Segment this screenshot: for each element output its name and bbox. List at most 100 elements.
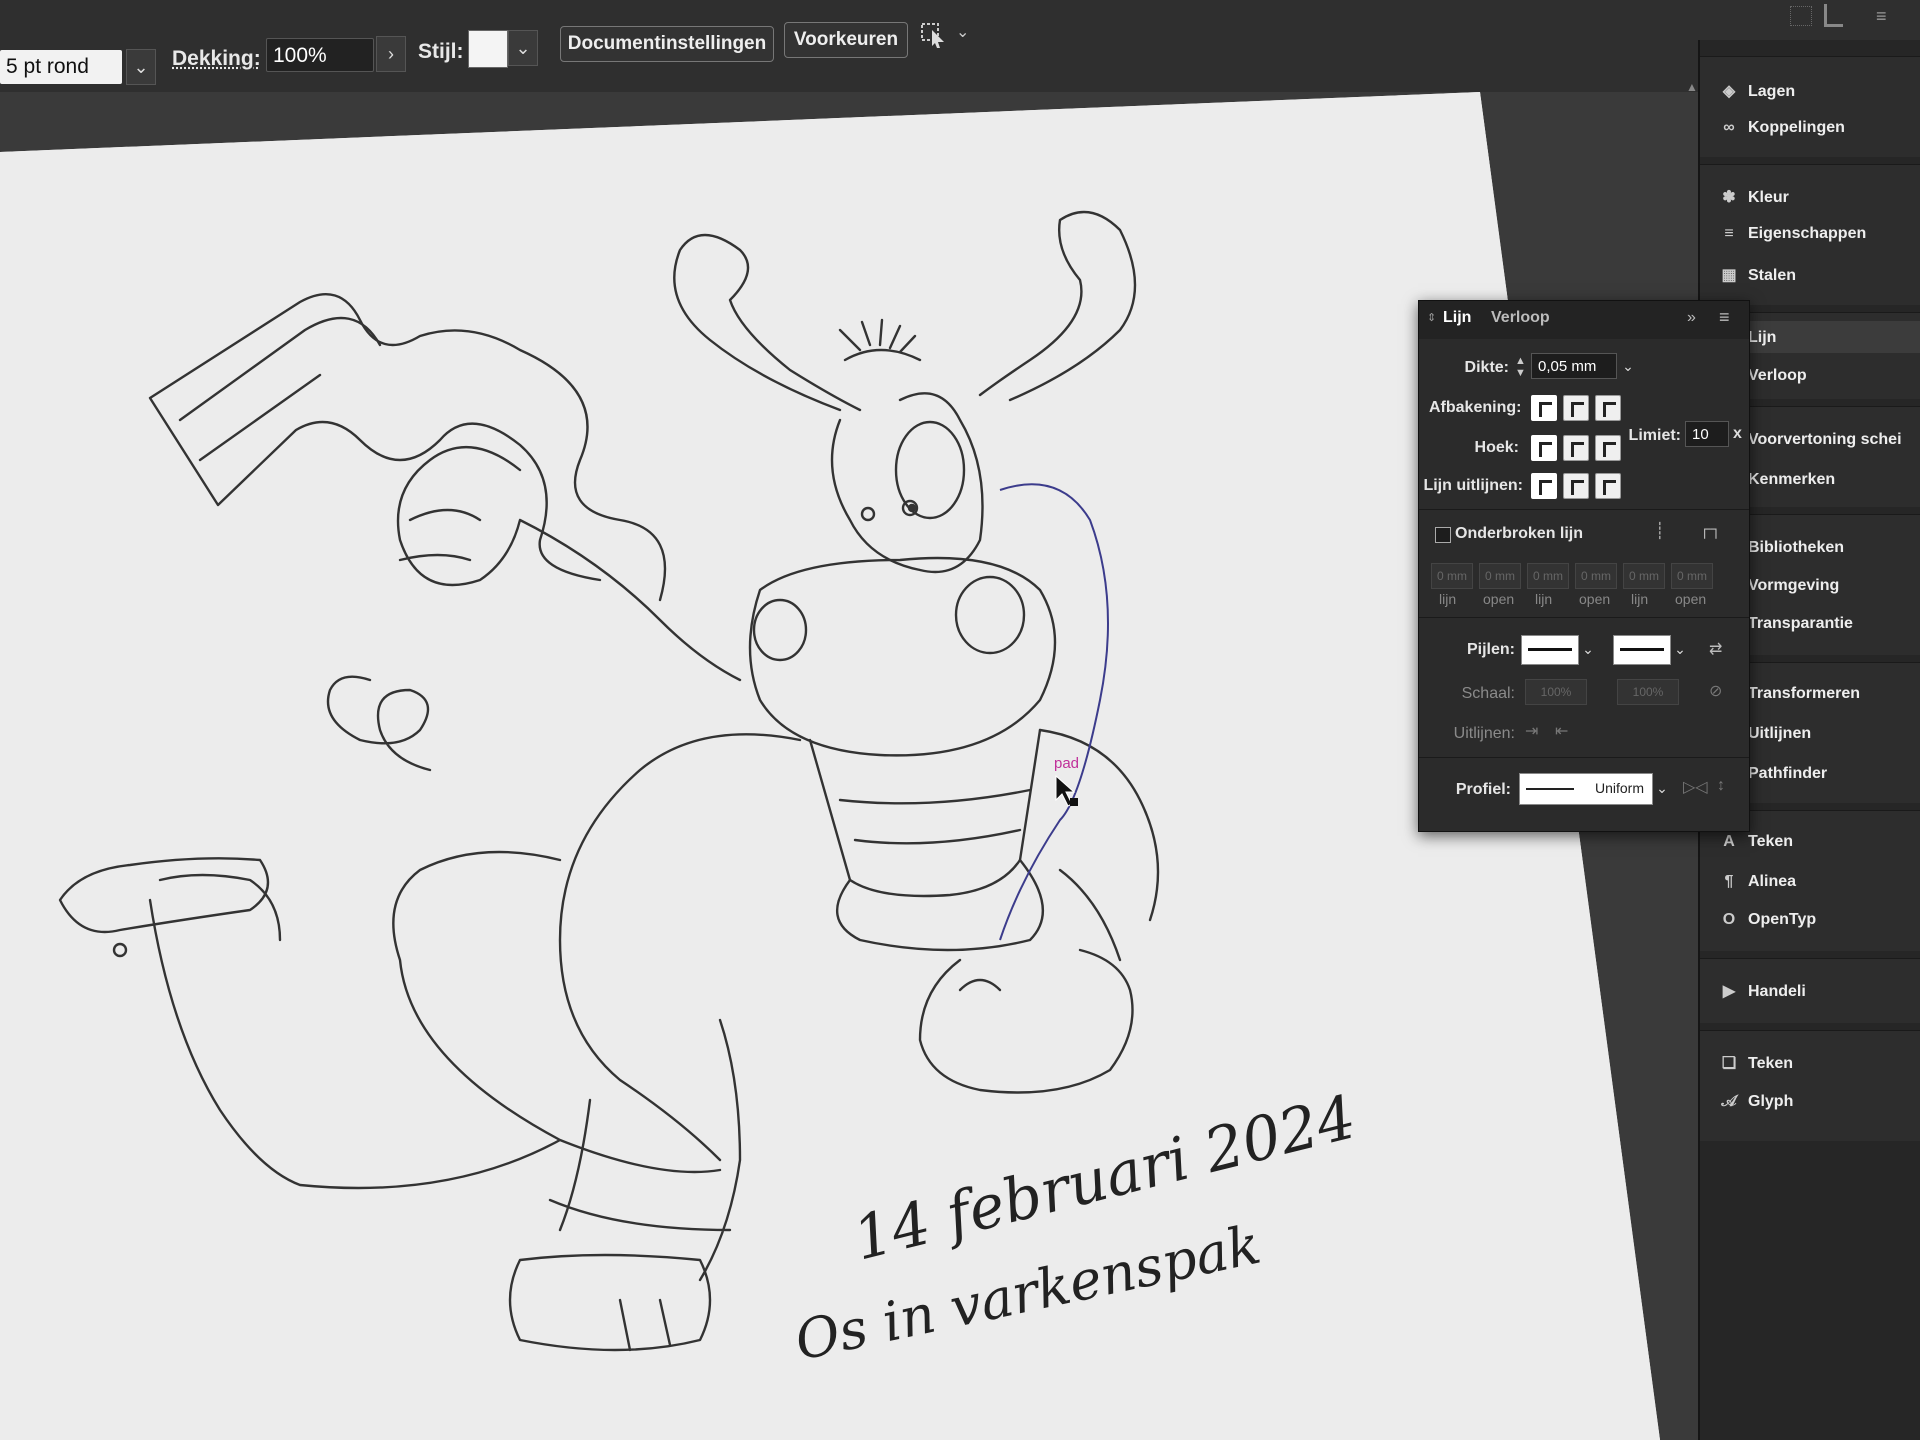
cap-label: Afbakening:: [1429, 399, 1522, 416]
dash-1-input[interactable]: 0 mm: [1431, 563, 1473, 589]
miter-join-button[interactable]: [1531, 435, 1557, 461]
character-styles-icon: ❏: [1721, 1055, 1737, 1072]
profile-selector[interactable]: Uniform: [1519, 773, 1653, 805]
swatches-grid-icon: ▦: [1721, 267, 1737, 284]
panel-collapse-icon[interactable]: ⇕: [1427, 311, 1436, 324]
dock-item-stalen[interactable]: ▦ Stalen: [1718, 265, 1796, 285]
join-label: Hoek:: [1474, 439, 1519, 456]
selection-tool-options-icon[interactable]: [920, 20, 950, 50]
align-inside-button[interactable]: [1563, 473, 1589, 499]
weight-input[interactable]: 0,05 mm: [1531, 353, 1617, 379]
butt-cap-button[interactable]: [1531, 395, 1557, 421]
dock-item-teken[interactable]: A Teken: [1718, 833, 1793, 851]
sketch-right-hoof: [508, 1253, 712, 1352]
glyphs-icon: 𝒜: [1721, 1093, 1737, 1110]
workspace-grid-icon[interactable]: [1790, 6, 1812, 26]
gap-2-input[interactable]: 0 mm: [1575, 563, 1617, 589]
dashed-checkbox[interactable]: [1435, 527, 1451, 543]
dock-item-opentype[interactable]: O OpenTyp: [1718, 911, 1816, 929]
profile-dropdown[interactable]: ⌄: [1653, 774, 1671, 802]
sketch-left-leg: [148, 850, 722, 1190]
end-scale-input[interactable]: 100%: [1617, 679, 1679, 705]
end-arrow-selector[interactable]: [1613, 635, 1671, 665]
chevron-down-icon[interactable]: ⌄: [956, 22, 969, 42]
scroll-up-icon[interactable]: ▲: [1686, 80, 1698, 94]
link-scale-icon[interactable]: ⊘: [1709, 681, 1722, 701]
path-hint-label: pad: [1054, 755, 1079, 772]
gap-2-label: open: [1579, 591, 1611, 607]
sketch-flag: [148, 293, 667, 602]
dash-1-label: lijn: [1439, 591, 1457, 607]
links-icon: ∞: [1723, 119, 1735, 136]
swap-arrows-icon[interactable]: ⇄: [1709, 639, 1722, 659]
style-swatch[interactable]: [468, 30, 508, 68]
dock-group-layers: ◈ Lagen ∞ Koppelingen: [1700, 56, 1920, 157]
selected-path: [999, 483, 1109, 941]
miter-limit-input[interactable]: 10: [1685, 421, 1729, 447]
tab-verloop[interactable]: Verloop: [1491, 309, 1550, 327]
stroke-type-dropdown[interactable]: ⌄: [126, 49, 156, 85]
style-dropdown[interactable]: ⌄: [508, 30, 538, 66]
miter-limit-label: Limiet:: [1628, 427, 1681, 444]
dock-group-color: ✽ Kleur ≡ Eigenschappen ▦ Stalen: [1700, 164, 1920, 305]
paragraph-icon: ¶: [1724, 873, 1734, 890]
arrow-tip-at-end-icon[interactable]: ⇤: [1555, 721, 1568, 741]
sketch-right-hand: [918, 948, 1134, 1094]
opentype-icon: O: [1722, 911, 1736, 928]
opacity-field[interactable]: 100%: [266, 38, 374, 72]
weight-dropdown[interactable]: ⌄: [1619, 352, 1637, 380]
bevel-join-button[interactable]: [1595, 435, 1621, 461]
dock-item-kleur[interactable]: ✽ Kleur: [1718, 187, 1789, 207]
color-palette-icon: ✽: [1722, 189, 1736, 206]
dash-3-input[interactable]: 0 mm: [1623, 563, 1665, 589]
preferences-button[interactable]: Voorkeuren: [784, 22, 908, 58]
align-center-button[interactable]: [1531, 473, 1557, 499]
stroke-type-field[interactable]: 5 pt rond: [0, 50, 122, 84]
start-arrow-dropdown[interactable]: ⌄: [1579, 635, 1597, 663]
dock-item-glyphs[interactable]: 𝒜 Glyph: [1718, 1093, 1793, 1111]
end-arrow-dropdown[interactable]: ⌄: [1671, 635, 1689, 663]
gap-1-label: open: [1483, 591, 1515, 607]
panel-menu-icon[interactable]: ≡: [1719, 307, 1730, 328]
sketch-arm: [396, 445, 742, 682]
dock-item-handelingen[interactable]: ▶ Handeli: [1718, 981, 1806, 1001]
round-join-button[interactable]: [1563, 435, 1589, 461]
collapse-panel-icon[interactable]: »: [1687, 309, 1696, 327]
arrows-label: Pijlen:: [1466, 641, 1515, 658]
weight-label: Dikte:: [1464, 359, 1509, 376]
arrow-tip-beyond-icon[interactable]: ⇥: [1525, 721, 1538, 741]
tab-lijn[interactable]: Lijn: [1443, 309, 1471, 327]
start-scale-input[interactable]: 100%: [1525, 679, 1587, 705]
sketch-horn-right: [978, 210, 1137, 402]
arrange-documents-icon[interactable]: [1824, 4, 1843, 27]
flip-vertical-icon[interactable]: ↕: [1717, 777, 1725, 795]
dock-item-tekenstijlen[interactable]: ❏ Teken: [1718, 1053, 1793, 1073]
dash-2-input[interactable]: 0 mm: [1527, 563, 1569, 589]
stroke-panel: ⇕ Lijn Verloop » ≡ Dikte: ▲ ▼ 0,05 mm ⌄ A…: [1418, 300, 1750, 832]
round-cap-button[interactable]: [1563, 395, 1589, 421]
dock-item-eigenschappen[interactable]: ≡ Eigenschappen: [1718, 225, 1866, 243]
dashed-label: Onderbroken lijn: [1455, 525, 1584, 542]
arrow-align-label: Uitlijnen:: [1453, 725, 1515, 742]
control-bar: 5 pt rond ⌄ Dekking: 100% › Stijl: ⌄ Doc…: [0, 0, 1920, 93]
sketch-head: [830, 392, 984, 574]
dock-group-styles: ❏ Teken 𝒜 Glyph: [1700, 1030, 1920, 1141]
start-arrow-selector[interactable]: [1521, 635, 1579, 665]
document-settings-button[interactable]: Documentinstellingen: [560, 26, 774, 62]
gap-3-input[interactable]: 0 mm: [1671, 563, 1713, 589]
flip-horizontal-icon[interactable]: ▷◁: [1683, 777, 1708, 797]
align-outside-button[interactable]: [1595, 473, 1621, 499]
weight-stepper[interactable]: ▲ ▼: [1515, 355, 1526, 379]
gap-1-input[interactable]: 0 mm: [1479, 563, 1521, 589]
projecting-cap-button[interactable]: [1595, 395, 1621, 421]
miter-unit: x: [1733, 425, 1742, 442]
dock-item-alinea[interactable]: ¶ Alinea: [1718, 873, 1796, 891]
profile-value: Uniform: [1594, 780, 1644, 796]
opacity-arrow-button[interactable]: ›: [376, 36, 406, 72]
divider: [1419, 757, 1749, 758]
dock-item-koppelingen[interactable]: ∞ Koppelingen: [1718, 119, 1845, 137]
profile-label: Profiel:: [1455, 781, 1511, 798]
sketch-body: [558, 728, 1160, 1162]
dock-item-lagen[interactable]: ◈ Lagen: [1718, 81, 1795, 101]
menu-lines-icon[interactable]: ≡: [1876, 6, 1887, 27]
